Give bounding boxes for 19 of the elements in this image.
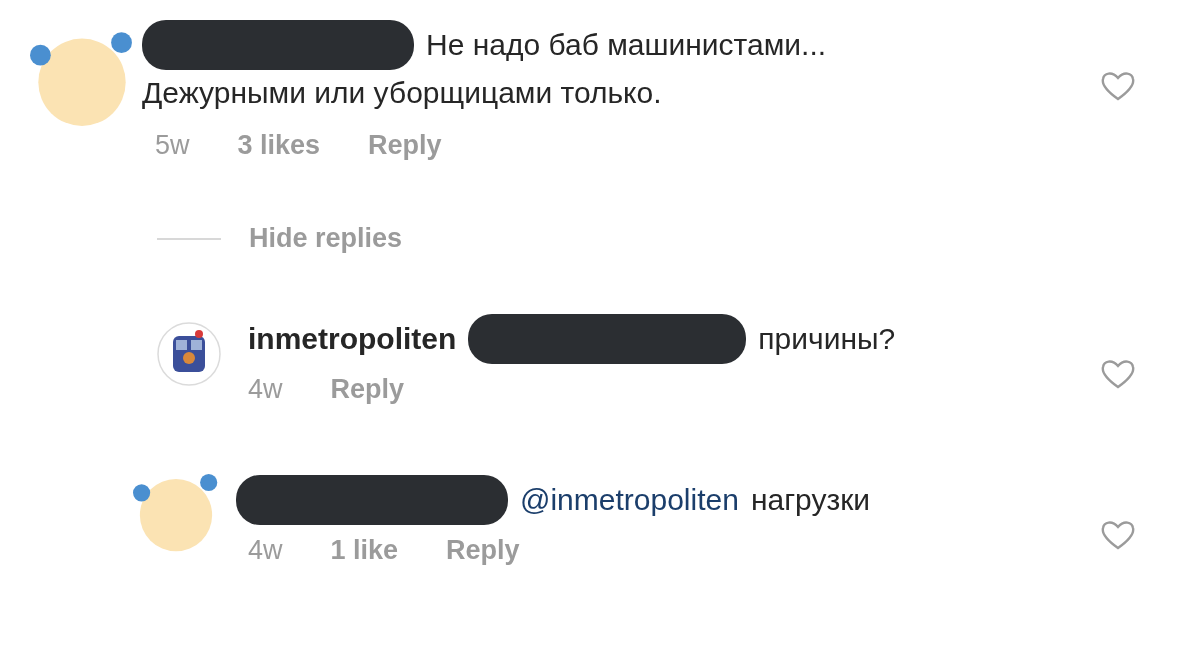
heart-icon[interactable] [1100,358,1136,390]
hide-replies-link[interactable]: Hide replies [249,223,403,254]
comment-time: 4w [248,374,283,405]
comment-text: причины? [758,321,896,357]
heart-icon[interactable] [1100,519,1136,551]
reply-link[interactable]: Reply [368,130,442,161]
likes-count[interactable]: 1 like [330,535,399,566]
reply-link[interactable]: Reply [330,374,405,405]
comment-time: 4w [248,535,283,566]
comment-text: Дежурными или уборщицами только. [142,75,662,111]
heart-icon[interactable] [1100,70,1136,102]
likes-count[interactable]: 3 likes [237,130,321,161]
mention-link[interactable]: @inmetropoliten [520,477,739,523]
avatar-icon [157,322,221,386]
username[interactable]: inmetropoliten [248,316,457,362]
comment-text: нагрузки [750,482,871,518]
comment-text: Не надо баб машинистами... [426,27,827,63]
reply-link[interactable]: Reply [446,535,520,566]
comment-time: 5w [155,130,190,161]
